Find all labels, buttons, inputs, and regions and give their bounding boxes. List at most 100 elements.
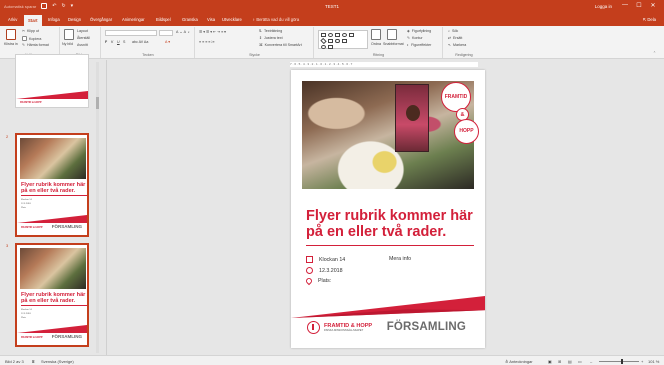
zoom-out-button[interactable]: – xyxy=(590,359,592,364)
shadow-button[interactable]: S xyxy=(123,40,125,44)
italic-button[interactable]: K xyxy=(111,40,113,44)
slide-thumbnail-2[interactable]: Flyer rubrik kommer här på en eller två … xyxy=(15,133,89,237)
font-name-dropdown[interactable] xyxy=(105,30,157,36)
editing-group-label: Redigering xyxy=(455,53,473,57)
thumb-footer: FRAMTID & HOPP xyxy=(21,226,43,229)
select-button[interactable]: ↖ Markera xyxy=(448,43,466,47)
font-color-icon[interactable]: A ▾ xyxy=(165,40,170,44)
select-label: Markera xyxy=(453,43,467,47)
text-direction-button[interactable]: ⇅ Textriktning xyxy=(259,29,282,33)
paste-icon[interactable] xyxy=(6,29,16,40)
grow-font-icon[interactable]: A ▴ A ▾ xyxy=(176,30,189,34)
info-row-place[interactable]: Plats: xyxy=(304,276,331,286)
spellcheck-icon[interactable]: ⌸ xyxy=(32,359,34,364)
slide-title[interactable]: Flyer rubrik kommer här på en eller två … xyxy=(306,208,476,240)
tab-bildspel[interactable]: Bildspel xyxy=(156,17,171,22)
maximize-button[interactable]: ☐ xyxy=(634,2,644,9)
quick-styles-icon[interactable] xyxy=(387,29,397,40)
zoom-in-button[interactable]: + xyxy=(641,359,643,364)
scissors-icon: ✂ xyxy=(22,29,26,33)
bold-button[interactable]: F xyxy=(105,40,107,44)
cut-button[interactable]: ✂ Klipp ut xyxy=(22,29,39,33)
slideshow-icon[interactable]: ▭ xyxy=(578,359,582,364)
thumb-footer: FRAMTID & HOPP xyxy=(20,101,42,104)
badge-framtid: FRAMTID xyxy=(441,82,471,112)
font-size-dropdown[interactable] xyxy=(159,30,173,36)
shape-diamond-icon xyxy=(320,37,327,45)
smartart-button[interactable]: ⌘ Konvertera till SmartArt xyxy=(259,43,302,47)
shape-line-icon xyxy=(328,45,333,49)
tab-visa[interactable]: Visa xyxy=(207,17,215,22)
char-spacing-icon[interactable]: abc AV Aa xyxy=(132,40,148,44)
replace-button[interactable]: ⇄ Ersätt xyxy=(448,36,462,40)
fill-icon: ◈ xyxy=(407,29,410,33)
language-indicator[interactable]: Svenska (Sverige) xyxy=(41,359,74,364)
format-painter-button[interactable]: ✎ Hämta format xyxy=(22,43,49,47)
normal-view-icon[interactable]: ▣ xyxy=(548,359,552,364)
shape-arrow-icon xyxy=(342,39,347,43)
arrange-button[interactable]: Ordna xyxy=(371,42,381,46)
close-button[interactable]: ✕ xyxy=(648,2,658,9)
copy-button[interactable]: Kopiera xyxy=(22,36,41,41)
underline-button[interactable]: U xyxy=(117,40,120,44)
slide-sorter-icon[interactable]: ⊞ xyxy=(558,359,561,364)
reading-view-icon[interactable]: ▤ xyxy=(568,359,572,364)
select-icon: ↖ xyxy=(448,43,452,47)
shapes-gallery[interactable] xyxy=(318,30,368,49)
shape-effects-button[interactable]: ◐ Figureffekter xyxy=(407,43,431,47)
slide-canvas[interactable]: FRAMTID & HOPP Flyer rubrik kommer här p… xyxy=(291,70,485,348)
slide-thumbnails-pane: FRAMTID & HOPP 2 Flyer rubrik kommer här… xyxy=(0,54,107,355)
tell-me-search[interactable]: ♀ Berätta vad du vill göra xyxy=(252,17,299,22)
slide-thumbnail-1[interactable]: FRAMTID & HOPP xyxy=(15,54,89,108)
info-row-date[interactable]: 12.3.2018 xyxy=(306,267,343,274)
minimize-button[interactable]: — xyxy=(620,2,630,8)
tab-overgangar[interactable]: Övergångar xyxy=(90,17,112,22)
more-info-text[interactable]: Mera info xyxy=(389,256,411,262)
bullets-icon[interactable]: ☰ ▾ ☰ ▾ ⇤ ⇥ ≡ ▾ xyxy=(199,30,226,34)
scrollbar-thumb[interactable] xyxy=(96,97,99,109)
info-row-time[interactable]: Klockan 14 xyxy=(306,256,345,263)
notes-button[interactable]: ≜ Anteckningar xyxy=(505,359,533,364)
thumb-row1: Klockan 14 xyxy=(21,309,32,311)
thumb-wave xyxy=(16,91,88,99)
shape-rounded-icon xyxy=(335,39,340,43)
thumb-photo xyxy=(20,138,86,179)
layout-button[interactable]: Layout xyxy=(77,29,88,33)
drawing-group: Ordna Snabbformat ◈ Figurfyllning ✎ Kontur… xyxy=(315,27,443,58)
tab-design[interactable]: Design xyxy=(68,17,81,22)
collapse-ribbon-icon[interactable]: ⌃ xyxy=(653,51,656,55)
tab-granska[interactable]: Granska xyxy=(182,17,198,22)
shape-fill-button[interactable]: ◈ Figurfyllning xyxy=(407,29,431,33)
section-button[interactable]: Avsnitt xyxy=(77,43,88,47)
shape-outline-button[interactable]: ✎ Kontur xyxy=(407,36,423,40)
new-slide-button[interactable]: Ny bild xyxy=(62,42,73,46)
sign-in-link[interactable]: Logga in xyxy=(595,4,612,9)
zoom-level[interactable]: 101 % xyxy=(648,359,659,364)
thumb-photo xyxy=(20,248,86,289)
paragraph-group-label: Stycke xyxy=(249,53,260,57)
quick-styles-button[interactable]: Snabbformat xyxy=(383,42,404,46)
tab-animeringar[interactable]: Animeringar xyxy=(122,17,145,22)
logo-subtitle: FINSKA MISSIONSSÄLLSKAPET xyxy=(324,329,364,332)
shape-oval-icon xyxy=(328,33,333,37)
paste-button[interactable]: Klistra in xyxy=(4,42,18,46)
thumbnails-scrollbar[interactable] xyxy=(96,62,99,353)
align-icons[interactable]: ≡ ≡ ≡ ≡ ⁞≡ xyxy=(199,40,214,44)
text-direction-icon: ⇅ xyxy=(259,29,263,33)
align-text-button[interactable]: ⇕ Justera text xyxy=(259,36,283,40)
share-button[interactable]: ⇱ Dela xyxy=(643,17,656,22)
tab-utvecklare[interactable]: Utvecklare xyxy=(222,17,242,22)
red-wave-shape xyxy=(291,296,485,318)
slide-thumbnail-3[interactable]: Flyer rubrik kommer här på en eller två … xyxy=(15,243,89,347)
tab-infoga[interactable]: Infoga xyxy=(48,17,60,22)
zoom-slider-knob[interactable] xyxy=(621,359,623,364)
reset-button[interactable]: Återställ xyxy=(77,36,90,40)
zoom-slider[interactable] xyxy=(599,359,639,364)
arrange-icon[interactable] xyxy=(371,29,381,40)
find-button[interactable]: ⌕ Sök xyxy=(448,29,458,33)
tab-arkiv[interactable]: Arkiv xyxy=(8,17,17,22)
shape-curve-icon xyxy=(321,45,326,49)
new-slide-icon[interactable] xyxy=(64,29,74,40)
forsamling-text[interactable]: FÖRSAMLING xyxy=(387,321,466,333)
tab-start[interactable]: Start xyxy=(24,15,42,26)
